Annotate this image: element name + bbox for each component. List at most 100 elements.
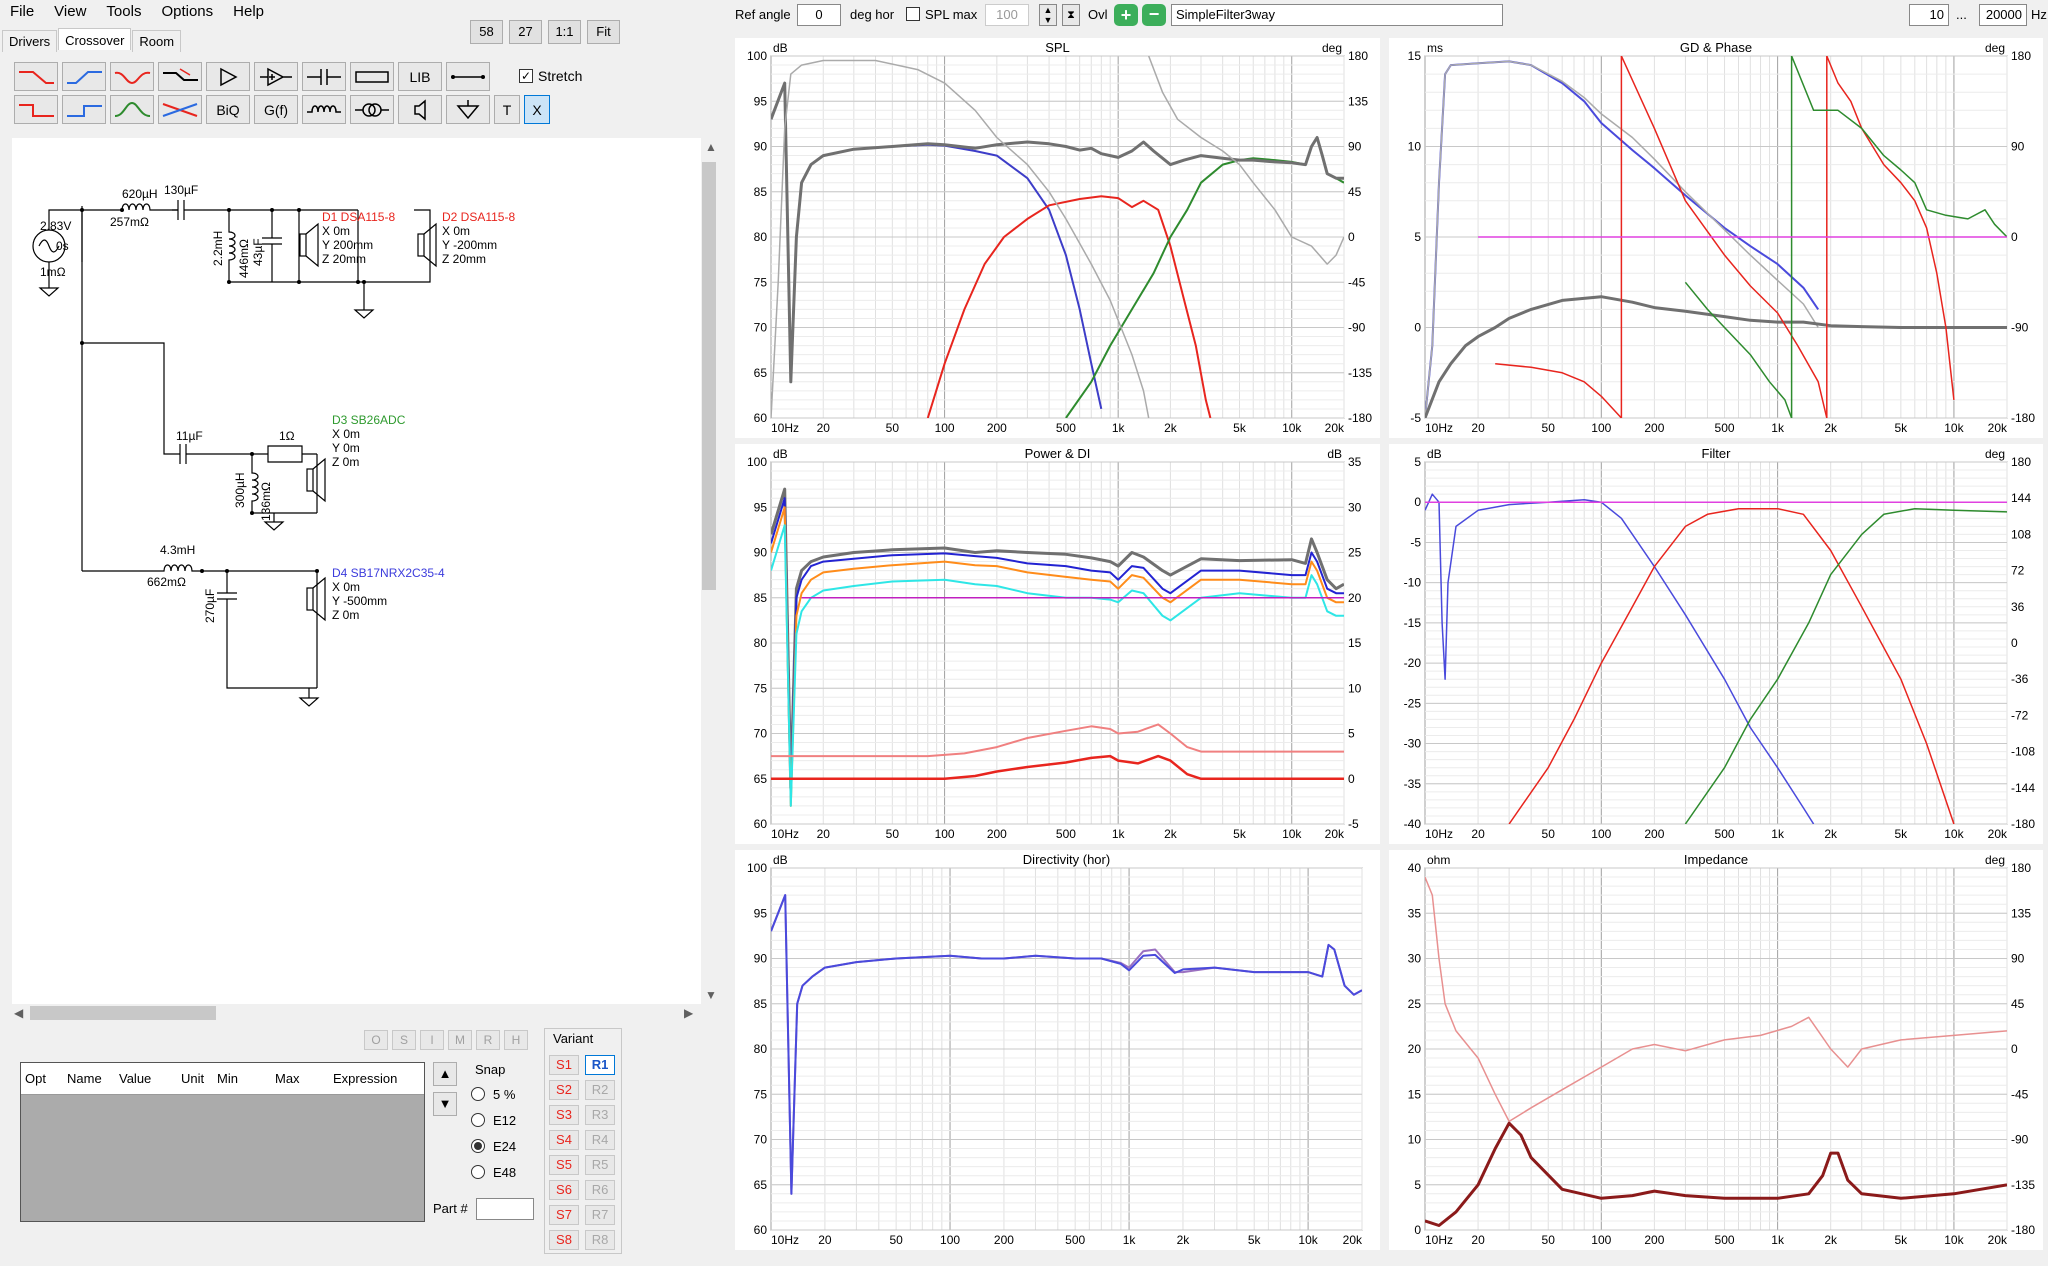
tab-drivers[interactable]: Drivers bbox=[2, 30, 58, 52]
amplifier-tool[interactable] bbox=[254, 62, 298, 91]
scroll-up-icon[interactable]: ▲ bbox=[705, 140, 717, 154]
highpass-tool[interactable] bbox=[62, 62, 106, 91]
variant-r1-button[interactable]: R1 bbox=[585, 1055, 615, 1075]
lowpass-2-tool[interactable] bbox=[14, 95, 58, 124]
variant-s8-button[interactable]: S8 bbox=[549, 1230, 579, 1250]
col-min[interactable]: Min bbox=[213, 1071, 271, 1086]
col-value[interactable]: Value bbox=[115, 1071, 177, 1086]
ref-angle-input[interactable]: 0 bbox=[797, 4, 841, 26]
spl-max-input[interactable]: 100 bbox=[985, 4, 1029, 26]
opt-r-button[interactable]: R bbox=[476, 1030, 500, 1050]
variant-r4-button[interactable]: R4 bbox=[585, 1130, 615, 1150]
speaker-tool[interactable] bbox=[398, 95, 442, 124]
variant-s2-button[interactable]: S2 bbox=[549, 1080, 579, 1100]
optimizer-grid[interactable]: Opt Name Value Unit Min Max Expression bbox=[20, 1062, 425, 1222]
variant-s3-button[interactable]: S3 bbox=[549, 1105, 579, 1125]
variant-s5-button[interactable]: S5 bbox=[549, 1155, 579, 1175]
freq-min-input[interactable]: 10 bbox=[1909, 4, 1949, 26]
add-overlay-button[interactable]: + bbox=[1114, 4, 1138, 26]
scroll-left-icon[interactable]: ◀ bbox=[14, 1006, 23, 1020]
opt-s-button[interactable]: S bbox=[392, 1030, 416, 1050]
text-tool[interactable]: T bbox=[494, 95, 520, 124]
tab-room[interactable]: Room bbox=[132, 30, 182, 52]
filter-plot[interactable]: 5 0 -5 -10 -15 -20 -25 -30 -35 -40 180 144 108 72 36 0-… bbox=[1389, 444, 2043, 844]
shelf-tool[interactable] bbox=[158, 62, 202, 91]
lowpass-tool[interactable] bbox=[14, 62, 58, 91]
variant-s7-button[interactable]: S7 bbox=[549, 1205, 579, 1225]
freq-max-input[interactable]: 20000 bbox=[1979, 4, 2027, 26]
opt-m-button[interactable]: M bbox=[448, 1030, 472, 1050]
scroll-right-icon[interactable]: ▶ bbox=[684, 1006, 693, 1020]
driver-d2-name: D2 DSA115-8 bbox=[442, 210, 515, 224]
x-tool[interactable]: X bbox=[524, 95, 550, 124]
move-down-button[interactable]: ▼ bbox=[433, 1092, 457, 1116]
bandpass-tool[interactable] bbox=[110, 95, 154, 124]
y-tick-label: 0 bbox=[1414, 495, 1421, 509]
variant-s1-button[interactable]: S1 bbox=[549, 1055, 579, 1075]
menu-view[interactable]: View bbox=[44, 0, 96, 24]
remove-overlay-button[interactable]: − bbox=[1142, 4, 1166, 26]
variant-r6-button[interactable]: R6 bbox=[585, 1180, 615, 1200]
variant-s4-button[interactable]: S4 bbox=[549, 1130, 579, 1150]
y-tick-label: -5 bbox=[1410, 411, 1421, 425]
x-tick-label: 20 bbox=[818, 1233, 832, 1247]
col-name[interactable]: Name bbox=[63, 1071, 115, 1086]
spl-spin-button[interactable]: ▲ ▼ bbox=[1039, 4, 1057, 26]
opt-h-button[interactable]: H bbox=[504, 1030, 528, 1050]
zoom-27-button[interactable]: 27 bbox=[509, 20, 542, 44]
notch-tool[interactable] bbox=[110, 62, 154, 91]
part-number-input[interactable] bbox=[476, 1198, 534, 1220]
allpass-tool[interactable] bbox=[158, 95, 202, 124]
schematic-canvas[interactable]: 2.83V 0s 1mΩ 620µH 257mΩ 130µF 2.2mH 446… bbox=[12, 138, 701, 1004]
spl-plot[interactable]: 100 95 90 85 80 75 70 65 60 180 135 90 45 0 -45 -90 -135… bbox=[735, 38, 1380, 438]
zoom-58-button[interactable]: 58 bbox=[470, 20, 503, 44]
spl-range-button[interactable]: ⧗ bbox=[1062, 4, 1080, 26]
gd-phase-plot[interactable]: 15 10 5 0 -5 180 90 0 -90 -180 10Hz 20 50 100 200 500 1k… bbox=[1389, 38, 2043, 438]
variant-s6-button[interactable]: S6 bbox=[549, 1180, 579, 1200]
stretch-checkbox[interactable]: ✓ Stretch bbox=[519, 68, 582, 84]
highpass-2-tool[interactable] bbox=[62, 95, 106, 124]
variant-r5-button[interactable]: R5 bbox=[585, 1155, 615, 1175]
snap-e12-radio[interactable]: E12 bbox=[471, 1107, 516, 1133]
transformer-tool[interactable] bbox=[350, 95, 394, 124]
vertical-scroll-thumb[interactable] bbox=[702, 162, 716, 590]
x-tick-label: 20 bbox=[817, 827, 831, 841]
zoom-1to1-button[interactable]: 1:1 bbox=[548, 20, 581, 44]
variant-r2-button[interactable]: R2 bbox=[585, 1080, 615, 1100]
col-expression[interactable]: Expression bbox=[329, 1071, 419, 1086]
col-opt[interactable]: Opt bbox=[21, 1071, 63, 1086]
col-unit[interactable]: Unit bbox=[177, 1071, 213, 1086]
move-up-button[interactable]: ▲ bbox=[433, 1062, 457, 1086]
library-button[interactable]: LIB bbox=[398, 62, 442, 91]
power-di-plot[interactable]: 100 95 90 85 80 75 70 65 60 35 30 25 20 15 10 5 0 -5 10Hz 2… bbox=[735, 444, 1380, 844]
zoom-fit-button[interactable]: Fit bbox=[587, 20, 620, 44]
menu-help[interactable]: Help bbox=[223, 0, 274, 24]
resistor-tool[interactable] bbox=[350, 62, 394, 91]
menu-options[interactable]: Options bbox=[151, 0, 223, 24]
col-max[interactable]: Max bbox=[271, 1071, 329, 1086]
opt-i-button[interactable]: I bbox=[420, 1030, 444, 1050]
snap-e48-radio[interactable]: E48 bbox=[471, 1159, 516, 1185]
menu-tools[interactable]: Tools bbox=[96, 0, 151, 24]
spl-max-checkbox[interactable] bbox=[906, 7, 920, 21]
buffer-tool[interactable] bbox=[206, 62, 250, 91]
wire-tool[interactable] bbox=[446, 62, 490, 91]
inductor-tool[interactable] bbox=[302, 95, 346, 124]
gf-button[interactable]: G(f) bbox=[254, 95, 298, 124]
menu-file[interactable]: File bbox=[0, 0, 44, 24]
variant-r7-button[interactable]: R7 bbox=[585, 1205, 615, 1225]
tab-crossover[interactable]: Crossover bbox=[58, 28, 132, 50]
scroll-down-icon[interactable]: ▼ bbox=[705, 988, 717, 1002]
opt-o-button[interactable]: O bbox=[364, 1030, 388, 1050]
variant-r3-button[interactable]: R3 bbox=[585, 1105, 615, 1125]
horizontal-scroll-thumb[interactable] bbox=[30, 1006, 216, 1020]
filter-name-input[interactable]: SimpleFilter3way bbox=[1171, 4, 1503, 26]
directivity-plot[interactable]: 100 95 90 85 80 75 70 65 60 10Hz 20 50 100 200 500 1k 2k… bbox=[735, 850, 1380, 1250]
snap-e24-radio[interactable]: E24 bbox=[471, 1133, 516, 1159]
snap-5pct-radio[interactable]: 5 % bbox=[471, 1081, 516, 1107]
capacitor-tool[interactable] bbox=[302, 62, 346, 91]
biquad-button[interactable]: BiQ bbox=[206, 95, 250, 124]
impedance-plot[interactable]: 40 35 30 25 20 15 10 5 0 180 135 90 45 0 -45 -90 -135 -18… bbox=[1389, 850, 2043, 1250]
variant-r8-button[interactable]: R8 bbox=[585, 1230, 615, 1250]
ground-tool[interactable] bbox=[446, 95, 490, 124]
